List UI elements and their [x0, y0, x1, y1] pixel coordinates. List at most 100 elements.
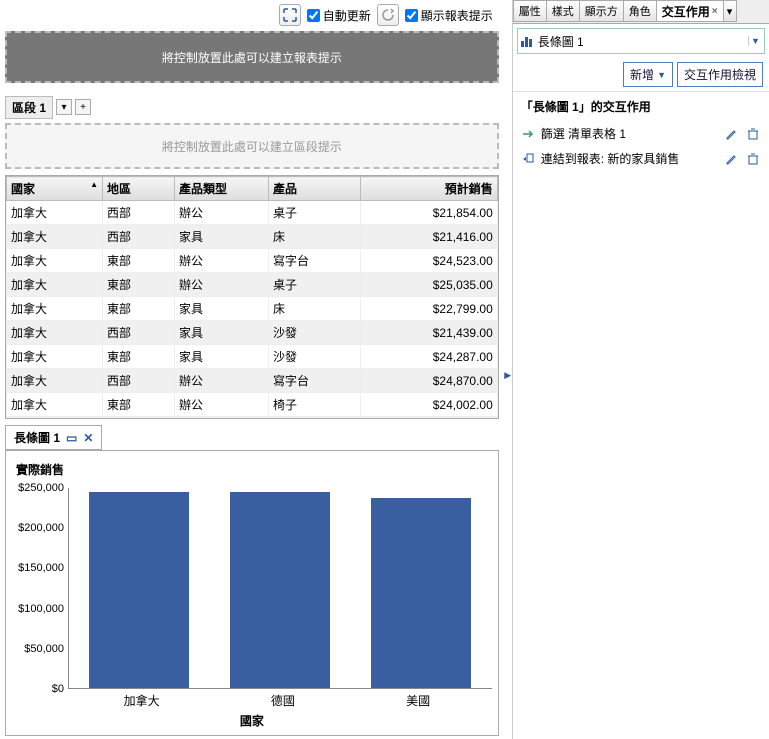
table-row[interactable]: 加拿大東部辦公桌子$25,035.00 [7, 273, 498, 297]
interaction-view-button[interactable]: 交互作用檢視 [677, 62, 763, 87]
table-cell: $24,523.00 [361, 249, 498, 273]
edit-icon[interactable] [723, 126, 739, 142]
table-cell: $21,439.00 [361, 321, 498, 345]
sort-asc-icon: ▲ [90, 180, 98, 189]
table-cell: 西部 [103, 225, 175, 249]
interaction-toolbar: 新增▼ 交互作用檢視 [513, 58, 769, 91]
chart-tab[interactable]: 長條圖 1 ▭ ✕ [5, 425, 102, 450]
table-row[interactable]: 加拿大東部辦公寫字台$24,523.00 [7, 249, 498, 273]
show-prompt-checkbox[interactable]: 顯示報表提示 [405, 7, 493, 24]
interaction-item[interactable]: 連結到報表: 新的家具銷售 [513, 146, 769, 171]
col-type[interactable]: 產品類型 [175, 177, 269, 201]
data-table: 國家▲ 地區 產品類型 產品 預計銷售 加拿大西部辦公桌子$21,854.00加… [5, 175, 499, 419]
table-cell: 西部 [103, 417, 175, 419]
y-tick-label: $150,000 [18, 562, 64, 574]
interaction-item[interactable]: 篩選 清單表格 1 [513, 121, 769, 146]
chart-bar[interactable] [230, 492, 330, 688]
table-row[interactable]: 加拿大西部辦公椅子$22,794.00 [7, 417, 498, 419]
chart-bar[interactable] [89, 492, 189, 688]
tab-close-icon[interactable]: × [712, 6, 718, 17]
close-icon[interactable]: ✕ [83, 431, 93, 445]
table-row[interactable]: 加拿大西部辦公桌子$21,854.00 [7, 201, 498, 225]
barchart-icon [520, 34, 534, 48]
table-row[interactable]: 加拿大西部家具沙發$21,439.00 [7, 321, 498, 345]
tab-interactions[interactable]: 交互作用 × [656, 0, 724, 22]
table-row[interactable]: 加拿大西部辦公寫字台$24,870.00 [7, 369, 498, 393]
delete-icon[interactable] [745, 126, 761, 142]
table-cell: 家具 [175, 321, 269, 345]
table-cell: 椅子 [269, 393, 361, 417]
table-cell: 加拿大 [7, 321, 103, 345]
section-add-button[interactable]: + [75, 99, 91, 115]
link-icon [521, 152, 535, 166]
x-tick-label: 德國 [271, 692, 295, 709]
table-cell: 加拿大 [7, 417, 103, 419]
table-cell: 寫字台 [269, 369, 361, 393]
maximize-icon[interactable]: ▭ [66, 431, 77, 445]
table-cell: 床 [269, 225, 361, 249]
table-cell: 桌子 [269, 273, 361, 297]
edit-icon[interactable] [723, 151, 739, 167]
section-tab[interactable]: 區段 1 [5, 96, 53, 119]
x-tick-label: 美國 [406, 692, 430, 709]
table-cell: 加拿大 [7, 369, 103, 393]
table-cell: 家具 [175, 225, 269, 249]
col-forecast[interactable]: 預計銷售 [361, 177, 498, 201]
chart-bar[interactable] [371, 498, 471, 688]
interaction-label: 連結到報表: 新的家具銷售 [541, 150, 717, 167]
chevron-down-icon: ▼ [657, 70, 666, 80]
table-cell: 加拿大 [7, 297, 103, 321]
table-row[interactable]: 加拿大西部家具床$21,416.00 [7, 225, 498, 249]
tab-roles[interactable]: 角色 [623, 0, 657, 22]
add-interaction-button[interactable]: 新增▼ [623, 62, 673, 87]
top-toolbar: 自動更新 顯示報表提示 [5, 3, 499, 27]
table-cell: 家具 [175, 297, 269, 321]
col-country[interactable]: 國家▲ [7, 177, 103, 201]
tab-style[interactable]: 樣式 [546, 0, 580, 22]
chart-tab-label: 長條圖 1 [14, 429, 60, 446]
tab-overflow-icon[interactable]: ▾ [723, 0, 737, 22]
section-tab-label: 區段 1 [12, 101, 46, 115]
col-product[interactable]: 產品 [269, 177, 361, 201]
table-cell: 家具 [175, 345, 269, 369]
table-cell: 東部 [103, 273, 175, 297]
tab-interactions-label: 交互作用 [662, 3, 710, 20]
section-dropdown-icon[interactable]: ▾ [56, 99, 72, 115]
table-row[interactable]: 加拿大東部辦公椅子$24,002.00 [7, 393, 498, 417]
table-cell: 加拿大 [7, 345, 103, 369]
section-prompt-dropzone[interactable]: 將控制放置此處可以建立區段提示 [5, 123, 499, 169]
add-label: 新增 [630, 66, 654, 83]
table-cell: 辦公 [175, 393, 269, 417]
splitter-handle[interactable] [504, 0, 512, 739]
section-bar: 區段 1 ▾ + [5, 95, 499, 119]
y-tick-label: $250,000 [18, 482, 64, 494]
col-region[interactable]: 地區 [103, 177, 175, 201]
auto-refresh-checkbox[interactable]: 自動更新 [307, 7, 371, 24]
table-cell: 西部 [103, 321, 175, 345]
x-tick-label: 加拿大 [124, 692, 160, 709]
table-cell: 加拿大 [7, 201, 103, 225]
table-cell: 辦公 [175, 201, 269, 225]
report-prompt-dropzone[interactable]: 將控制放置此處可以建立報表提示 [5, 31, 499, 83]
fullscreen-button[interactable] [279, 4, 301, 26]
object-selector[interactable]: 長條圖 1 ▼ [517, 28, 765, 54]
tab-display[interactable]: 顯示方 [579, 0, 624, 22]
table-cell: 桌子 [269, 201, 361, 225]
report-prompt-text: 將控制放置此處可以建立報表提示 [162, 49, 342, 66]
table-cell: 辦公 [175, 273, 269, 297]
delete-icon[interactable] [745, 151, 761, 167]
chevron-down-icon[interactable]: ▼ [748, 36, 762, 46]
table-cell: 辦公 [175, 417, 269, 419]
table-cell: $21,854.00 [361, 201, 498, 225]
table-cell: 西部 [103, 369, 175, 393]
table-cell: $24,002.00 [361, 393, 498, 417]
table-row[interactable]: 加拿大東部家具床$22,799.00 [7, 297, 498, 321]
table-cell: 東部 [103, 393, 175, 417]
table-cell: 東部 [103, 249, 175, 273]
tab-properties[interactable]: 屬性 [513, 0, 547, 22]
table-cell: 寫字台 [269, 249, 361, 273]
table-row[interactable]: 加拿大東部家具沙發$24,287.00 [7, 345, 498, 369]
refresh-button[interactable] [377, 4, 399, 26]
table-cell: 東部 [103, 345, 175, 369]
table-cell: 椅子 [269, 417, 361, 419]
